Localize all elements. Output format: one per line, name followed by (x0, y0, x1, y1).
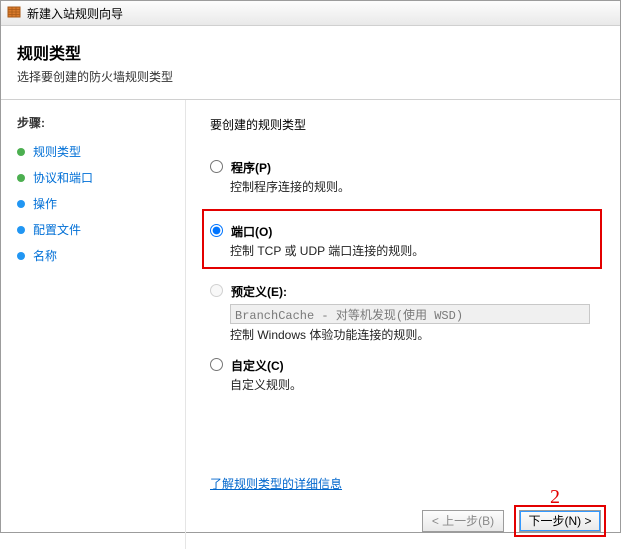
sidebar-item-label: 名称 (33, 247, 57, 264)
sidebar-item-label: 配置文件 (33, 221, 81, 238)
next-button[interactable]: 下一步(N) > (519, 510, 601, 532)
option-custom[interactable]: 自定义(C) (210, 357, 608, 374)
highlight-next-button: 下一步(N) > (514, 505, 606, 537)
radio-custom[interactable] (210, 358, 223, 371)
step-dot-icon (17, 174, 25, 182)
radio-predefined[interactable] (210, 284, 223, 297)
option-port[interactable]: 端口(O) (210, 223, 596, 240)
window-title: 新建入站规则向导 (27, 5, 123, 22)
radio-program[interactable] (210, 160, 223, 173)
learn-more-link[interactable]: 了解规则类型的详细信息 (210, 475, 342, 492)
wizard-window: 新建入站规则向导 规则类型 选择要创建的防火墙规则类型 步骤: 规则类型 协议和… (0, 0, 621, 533)
option-port-label: 端口(O) (231, 223, 272, 240)
option-custom-desc: 自定义规则。 (230, 376, 608, 393)
section-title: 要创建的规则类型 (210, 116, 608, 133)
step-dot-icon (17, 200, 25, 208)
main-panel: 要创建的规则类型 程序(P) 控制程序连接的规则。 端口(O) 控制 TCP 或… (186, 100, 620, 549)
sidebar-item-label: 协议和端口 (33, 169, 93, 186)
page-subtitle: 选择要创建的防火墙规则类型 (17, 68, 604, 85)
option-program-label: 程序(P) (231, 159, 271, 176)
step-dot-icon (17, 252, 25, 260)
step-dot-icon (17, 226, 25, 234)
sidebar-item-label: 规则类型 (33, 143, 81, 160)
page-title: 规则类型 (17, 40, 604, 64)
option-predefined-label: 预定义(E): (231, 283, 287, 300)
predefined-dropdown[interactable]: BranchCache - 对等机发现(使用 WSD) (230, 304, 590, 324)
sidebar-item-label: 操作 (33, 195, 57, 212)
sidebar-item-profile[interactable]: 配置文件 (17, 221, 175, 238)
sidebar-item-action[interactable]: 操作 (17, 195, 175, 212)
back-button[interactable]: < 上一步(B) (422, 510, 504, 532)
option-predefined-desc: 控制 Windows 体验功能连接的规则。 (230, 326, 608, 343)
option-predefined[interactable]: 预定义(E): (210, 283, 608, 300)
titlebar: 新建入站规则向导 (1, 1, 620, 26)
sidebar: 步骤: 规则类型 协议和端口 操作 配置文件 名称 (1, 100, 186, 549)
steps-label: 步骤: (17, 114, 175, 131)
option-program-desc: 控制程序连接的规则。 (230, 178, 608, 195)
firewall-icon (7, 5, 21, 22)
option-program[interactable]: 程序(P) (210, 159, 608, 176)
sidebar-item-protocol-port[interactable]: 协议和端口 (17, 169, 175, 186)
step-dot-icon (17, 148, 25, 156)
header: 规则类型 选择要创建的防火墙规则类型 (1, 26, 620, 99)
option-port-desc: 控制 TCP 或 UDP 端口连接的规则。 (230, 242, 596, 259)
radio-port[interactable] (210, 224, 223, 237)
sidebar-item-name[interactable]: 名称 (17, 247, 175, 264)
highlight-port-option: 端口(O) 控制 TCP 或 UDP 端口连接的规则。 (202, 209, 602, 269)
body: 步骤: 规则类型 协议和端口 操作 配置文件 名称 要 (1, 100, 620, 549)
footer: < 上一步(B) 下一步(N) > (422, 505, 606, 537)
sidebar-item-rule-type[interactable]: 规则类型 (17, 143, 175, 160)
option-custom-label: 自定义(C) (231, 357, 284, 374)
